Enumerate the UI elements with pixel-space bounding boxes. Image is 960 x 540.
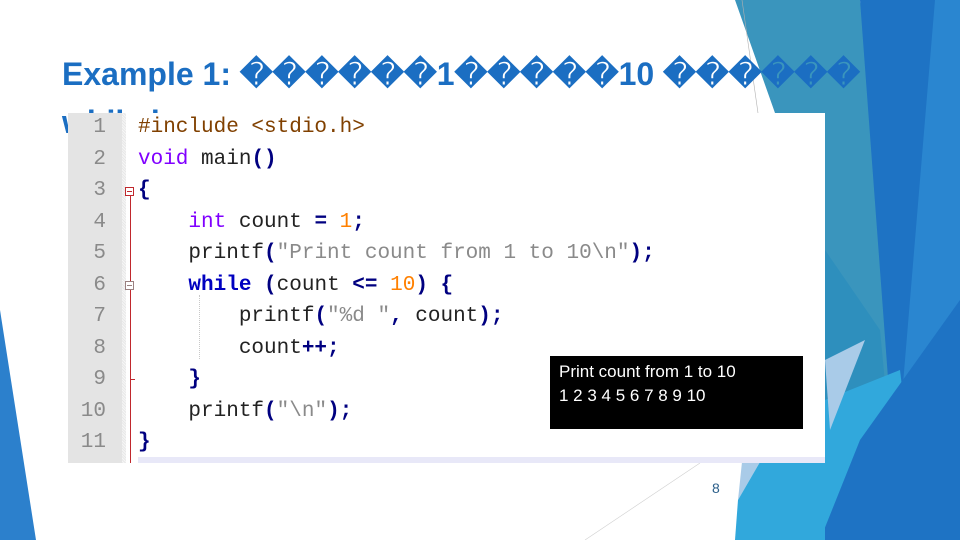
code-token: } — [138, 431, 151, 454]
code-text: #include <stdio.h> — [138, 112, 365, 144]
code-token: <= — [352, 273, 378, 297]
console-output: Print count from 1 to 10 1 2 3 4 5 6 7 8… — [550, 356, 803, 429]
code-token: printf — [138, 399, 265, 423]
code-token: = — [314, 210, 328, 234]
line-number: 9 — [93, 368, 106, 391]
code-token: ( — [264, 399, 277, 423]
deco-left-blue-shape — [0, 310, 36, 540]
code-token: { — [440, 273, 454, 297]
code-text: count++; — [138, 333, 340, 365]
code-token: printf — [138, 242, 265, 265]
code-text: printf("%d ", count); — [138, 301, 504, 333]
deco-thin-line-lower — [584, 462, 701, 540]
code-token: ) — [415, 273, 428, 297]
code-line: 7 printf("%d ", count); — [68, 301, 825, 333]
code-token: ; — [352, 210, 365, 234]
code-token: ); — [629, 242, 655, 265]
code-token: ++; — [301, 336, 340, 360]
code-token: while — [188, 273, 252, 297]
code-text: } — [138, 364, 201, 396]
code-text: { — [138, 175, 151, 207]
code-text: printf("Print count from 1 to 10\n"); — [138, 238, 655, 270]
code-token: ); — [327, 399, 353, 423]
code-line: 11} — [68, 427, 825, 459]
code-token: count — [276, 273, 353, 297]
code-text: int count = 1; — [138, 207, 365, 239]
code-text: void main() — [138, 144, 277, 176]
code-token: , — [390, 305, 403, 328]
code-token: void — [138, 147, 189, 171]
code-token: 1 — [339, 210, 353, 234]
code-token: count — [138, 336, 302, 360]
code-token: ( — [264, 242, 277, 265]
code-token: 10 — [390, 273, 416, 297]
code-token: "%d " — [327, 305, 391, 328]
code-token: #include <stdio.h> — [138, 116, 365, 139]
code-token: ); — [478, 305, 504, 328]
line-number: 4 — [93, 210, 106, 234]
code-token: ( — [264, 273, 277, 297]
code-line: 2 void main() — [68, 144, 825, 176]
line-number: 8 — [93, 336, 106, 360]
code-line: 3{ — [68, 175, 825, 207]
code-token: "Print count from 1 to 10\n" — [276, 242, 630, 265]
code-token: count — [226, 210, 315, 234]
code-token: "\n" — [276, 399, 328, 423]
code-token: int — [188, 210, 227, 234]
code-text: while (count <= 10) { — [138, 270, 453, 302]
line-number: 7 — [93, 305, 106, 328]
code-line: 4 int count = 1; — [68, 207, 825, 239]
slide-title-line1: Example 1: ������1�����10 ������ — [62, 56, 860, 92]
code-token: main — [188, 147, 252, 171]
code-line: 6 while (count <= 10) { — [68, 270, 825, 302]
slide-number: 8 — [712, 480, 720, 496]
code-token: } — [188, 368, 202, 391]
code-line: 5 printf("Print count from 1 to 10\n"); — [68, 238, 825, 270]
line-number: 1 — [93, 116, 106, 139]
code-text: printf("\n"); — [138, 396, 352, 428]
code-text: } — [138, 427, 151, 459]
console-line: Print count from 1 to 10 — [559, 362, 736, 381]
line-number: 6 — [93, 273, 106, 297]
code-token: count — [402, 305, 479, 328]
line-number: 11 — [80, 431, 106, 454]
line-number: 2 — [93, 147, 106, 171]
code-line: 1 #include <stdio.h> — [68, 112, 825, 144]
line-number: 5 — [93, 242, 106, 265]
code-token: { — [138, 179, 151, 202]
code-token: () — [251, 147, 277, 171]
line-number: 3 — [93, 179, 106, 202]
line-number: 10 — [80, 399, 106, 423]
console-line: 1 2 3 4 5 6 7 8 9 10 — [559, 386, 706, 405]
code-token: printf — [138, 305, 315, 328]
code-token: ( — [314, 305, 328, 328]
